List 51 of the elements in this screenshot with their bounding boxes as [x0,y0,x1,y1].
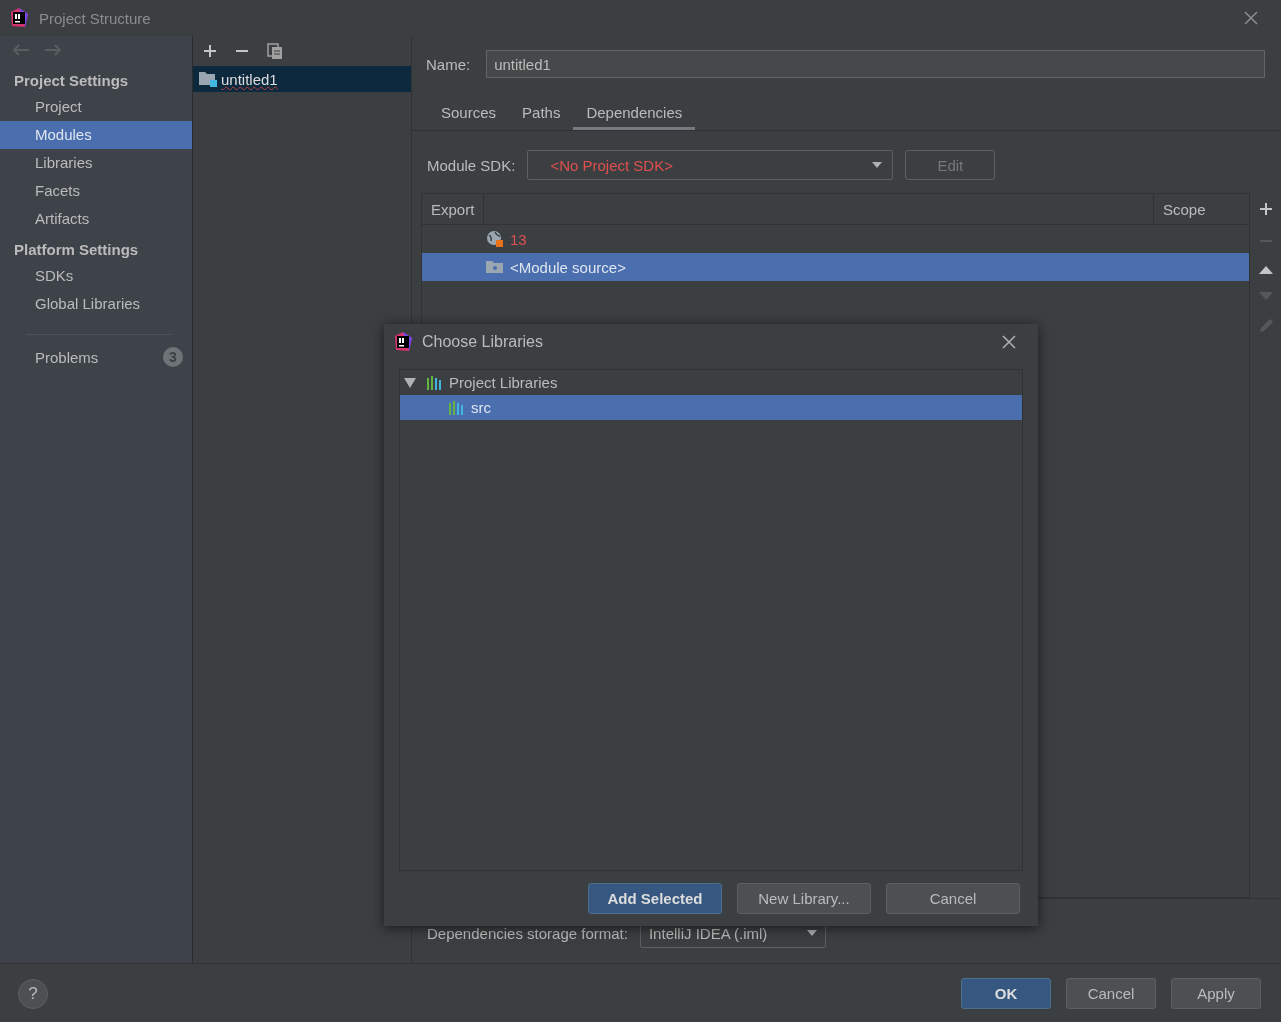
name-label: Name: [426,55,471,73]
dialog-button[interactable]: Apply [1171,978,1261,1009]
name-field[interactable]: untitled1 [486,50,1265,78]
sidebar-item[interactable]: Artifacts [0,205,192,233]
sidebar-item[interactable]: Facets [0,177,192,205]
storage-format-label: Dependencies storage format: [427,924,628,942]
dependency-row[interactable]: 13 [422,225,1249,253]
sidebar-item[interactable]: SDKs [0,262,192,290]
app-logo-icon [393,332,413,352]
sidebar-item[interactable]: Project [0,93,192,121]
globe-icon [486,230,504,248]
add-icon[interactable] [203,44,217,58]
dropdown-arrow-icon [806,930,817,936]
module-folder-icon [199,71,217,87]
tab[interactable]: Paths [509,99,574,130]
sdk-label: Module SDK: [427,156,516,174]
tab[interactable]: Dependencies [573,99,696,130]
dependency-row[interactable]: <Module source> [422,253,1249,281]
window-title: Project Structure [39,9,151,27]
problems-count: 3 [163,347,183,367]
tree-item[interactable]: Project Libraries [400,370,1022,395]
copy-icon[interactable] [267,43,283,59]
app-logo-icon [9,8,29,28]
dialog-title: Choose Libraries [422,333,543,351]
dialog-button[interactable]: Add Selected [588,883,722,914]
dialog-button[interactable]: New Library... [737,883,871,914]
problems-item[interactable]: Problems [35,348,99,366]
tab[interactable]: Sources [428,99,510,130]
sidebar-item[interactable]: Global Libraries [0,290,192,318]
section-heading: Project Settings [13,71,130,91]
close-icon[interactable] [1002,335,1016,349]
dialog-button[interactable]: Cancel [1066,978,1156,1009]
library-icon [426,375,444,390]
library-icon [448,400,466,415]
column-header[interactable]: Scope [1154,194,1249,224]
sidebar-item[interactable]: Modules [0,121,192,149]
dropdown-arrow-icon [872,162,883,168]
expand-triangle-icon[interactable] [404,377,416,388]
sdk-dropdown[interactable]: <No Project SDK> [527,150,894,180]
section-heading: Platform Settings [13,240,140,260]
sidebar-item[interactable]: Libraries [0,149,192,177]
module-item[interactable]: untitled1 [193,66,411,92]
close-icon[interactable] [1244,11,1258,25]
tree-item[interactable]: src [400,395,1022,420]
column-header[interactable]: Export [422,194,485,224]
move-up-icon[interactable] [1258,266,1273,274]
add-icon[interactable] [1258,202,1273,216]
dialog-button[interactable]: Cancel [886,883,1020,914]
folder-icon [486,260,504,274]
help-button[interactable]: ? [18,978,48,1009]
dialog-button[interactable]: OK [961,978,1051,1009]
